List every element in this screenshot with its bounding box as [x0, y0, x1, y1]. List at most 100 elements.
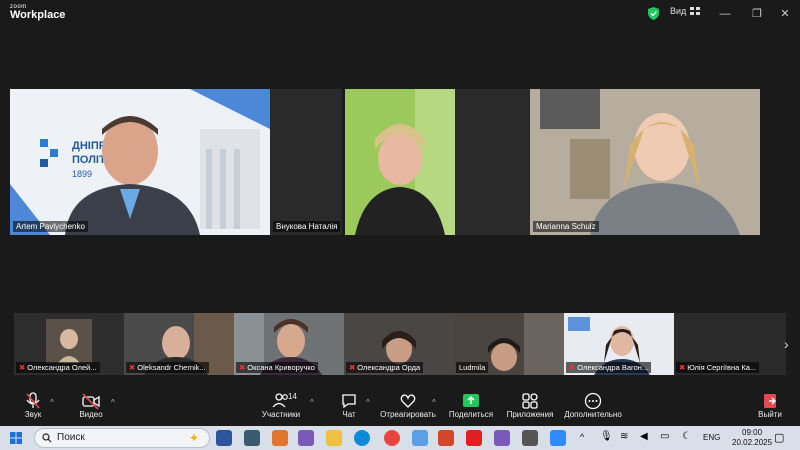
chat-icon	[342, 394, 356, 409]
muted-mic-icon: ✖	[19, 363, 26, 372]
participant-name: ✖ Oleksandr Chernik...	[126, 362, 209, 373]
more-label: Дополнительно	[564, 410, 622, 419]
settings-icon[interactable]	[522, 430, 538, 446]
chevron-right-icon[interactable]: ›	[784, 336, 789, 352]
matlab-icon[interactable]	[272, 430, 288, 446]
more-button[interactable]: Дополнительно	[562, 392, 624, 419]
word-icon[interactable]	[216, 430, 232, 446]
view-label: Вид	[670, 6, 687, 16]
chevron-up-icon[interactable]: ^	[310, 398, 314, 407]
participant-name: Artem Pavlychenko	[13, 221, 88, 232]
windows-taskbar: Поиск ✦ ^ 🎙 ≋ ◀ ▭ ☾ ENG 09:00 20.02.2025…	[0, 426, 800, 450]
gallery-tile-6[interactable]: ✖ Олександра Вагон...	[564, 313, 674, 375]
edge-icon[interactable]	[354, 430, 370, 446]
participant-3-video	[530, 89, 760, 235]
participant-video-3[interactable]: Marianna Schulz	[530, 89, 760, 235]
teams-icon[interactable]	[298, 430, 314, 446]
apps-label: Приложения	[506, 410, 554, 419]
apps-button[interactable]: Приложения	[505, 392, 555, 419]
pdf-icon[interactable]	[466, 430, 482, 446]
windows-start-icon[interactable]	[10, 432, 22, 444]
powerpoint-icon[interactable]	[438, 430, 454, 446]
participant-tile-2[interactable]: Внукова Наталія	[270, 89, 342, 235]
chevron-up-icon[interactable]: ^	[580, 432, 584, 442]
gallery-tile-2[interactable]: ✖ Oleksandr Chernik...	[124, 313, 234, 375]
participant-tile-1[interactable]: ДНІПР ПОЛІТЕ 1899 Artem Pavlychenko	[10, 89, 270, 235]
gallery-tile-4[interactable]: ✖ Олександра Орда	[344, 313, 454, 375]
university-logo-background: ДНІПР ПОЛІТЕ 1899	[10, 89, 270, 235]
svg-text:ДНІПР: ДНІПР	[72, 140, 106, 152]
search-placeholder: Поиск	[57, 432, 85, 443]
mic-tray-icon[interactable]: 🎙	[600, 431, 613, 442]
chat-button[interactable]: Чат	[336, 392, 362, 419]
clock-time: 09:00	[742, 428, 763, 437]
share-screen-icon	[463, 394, 479, 407]
chevron-up-icon[interactable]: ^	[366, 398, 370, 407]
participants-label: Участники	[261, 410, 301, 419]
share-label: Поделиться	[448, 410, 494, 419]
chat-label: Чат	[342, 410, 356, 419]
logo-big-text: Workplace	[10, 9, 66, 21]
participants-button[interactable]: 14 Участники	[258, 392, 304, 419]
volume-icon[interactable]: ◀	[640, 431, 648, 442]
chevron-up-icon[interactable]: ^	[50, 398, 54, 407]
close-icon[interactable]: ✕	[778, 7, 792, 21]
zoom-logo: zoom Workplace	[10, 4, 65, 21]
gallery-tile-1[interactable]: ✖ Олександра Олей...	[14, 313, 124, 375]
taskbar-search-input[interactable]: Поиск ✦	[34, 428, 210, 448]
muted-mic-icon: ✖	[239, 363, 246, 372]
notification-icon[interactable]: ▢	[774, 431, 784, 444]
participant-name: ✖ Оксана Криворучко	[236, 362, 318, 373]
participants-icon: 14	[258, 392, 304, 410]
more-icon	[584, 392, 602, 410]
muted-mic-icon: ✖	[679, 363, 686, 372]
participant-name: ✖ Юлія Сергіївна Ка...	[676, 362, 760, 373]
participant-name: ✖ Олександра Орда	[346, 362, 424, 373]
chevron-up-icon[interactable]: ^	[432, 398, 436, 407]
clock-date: 20.02.2025	[732, 438, 773, 447]
participant-name: ✖ Олександра Олей...	[16, 362, 100, 373]
video-button[interactable]: Видео	[76, 392, 106, 419]
participant-name: ✖ Олександра Вагон...	[566, 362, 652, 373]
taskbar-clock[interactable]: 09:00 20.02.2025	[732, 428, 772, 448]
title-bar: zoom Workplace Вид — ❐ ✕	[0, 0, 800, 28]
sparkle-icon: ✦	[188, 431, 199, 445]
audio-label: Звук	[24, 410, 42, 419]
zoom-taskbar-icon[interactable]	[550, 430, 566, 446]
react-button[interactable]: Отреагировать	[380, 392, 436, 419]
leave-button[interactable]: Выйти	[756, 392, 784, 419]
gallery-strip: ✖ Олександра Олей... ✖ Oleksandr Chernik..…	[14, 313, 786, 375]
muted-mic-icon: ✖	[129, 363, 136, 372]
battery-icon[interactable]: ▭	[660, 431, 669, 442]
participant-tile-3[interactable]	[455, 89, 530, 235]
store-icon[interactable]	[412, 430, 428, 446]
network-app-icon[interactable]	[244, 430, 260, 446]
minimize-icon[interactable]: —	[718, 7, 732, 21]
view-button[interactable]: Вид	[670, 6, 701, 16]
participant-2-video	[345, 89, 455, 235]
language-icon[interactable]: ☾	[682, 431, 691, 442]
file-explorer-icon[interactable]	[326, 430, 342, 446]
shield-icon[interactable]	[648, 7, 659, 20]
viber-icon[interactable]	[494, 430, 510, 446]
gallery-tile-3[interactable]: ✖ Оксана Криворучко	[234, 313, 344, 375]
chevron-up-icon[interactable]: ^	[111, 398, 115, 407]
restore-icon[interactable]: ❐	[750, 7, 764, 21]
muted-mic-icon: ✖	[569, 363, 576, 372]
share-button[interactable]: Поделиться	[448, 392, 494, 419]
video-off-icon	[82, 393, 100, 410]
gallery-tile-5[interactable]: Ludmila	[454, 313, 564, 375]
leave-label: Выйти	[758, 410, 782, 419]
mic-muted-icon	[26, 392, 40, 409]
language-indicator[interactable]: ENG	[703, 433, 720, 442]
svg-text:1899: 1899	[72, 169, 92, 179]
audio-button[interactable]: Звук	[18, 392, 48, 419]
participant-name: Внукова Наталія	[273, 221, 341, 232]
wifi-icon[interactable]: ≋	[620, 431, 628, 442]
grid-icon	[690, 6, 701, 15]
gallery-tile-7[interactable]: ✖ Юлія Сергіївна Ка...	[674, 313, 786, 375]
participants-count: 14	[288, 392, 297, 401]
participant-video-2[interactable]	[345, 89, 455, 235]
search-icon	[42, 433, 52, 443]
chrome-icon[interactable]	[384, 430, 400, 446]
